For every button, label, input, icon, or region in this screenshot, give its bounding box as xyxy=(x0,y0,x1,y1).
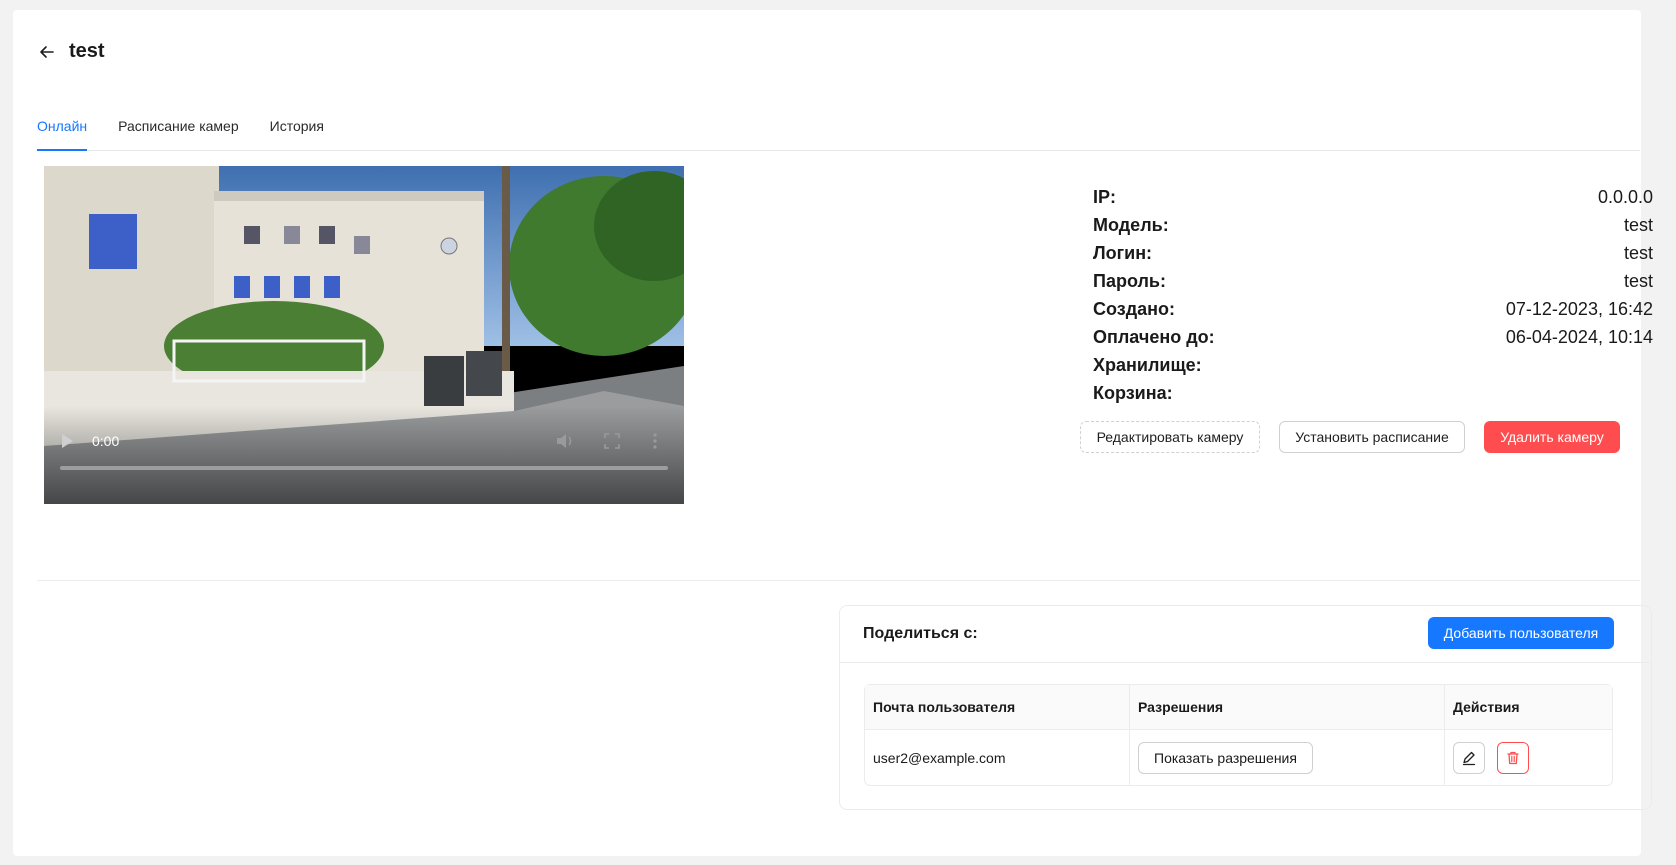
info-row-model: Модель: test xyxy=(1093,215,1653,243)
info-row-paid-until: Оплачено до: 06-04-2024, 10:14 xyxy=(1093,327,1653,355)
back-button[interactable] xyxy=(37,42,57,62)
tab-camera-schedule[interactable]: Расписание камер xyxy=(118,106,239,150)
info-row-login: Логин: test xyxy=(1093,243,1653,271)
info-label: Логин: xyxy=(1093,243,1153,263)
delete-user-button[interactable] xyxy=(1496,741,1529,774)
column-header-permissions: Разрешения xyxy=(1129,685,1444,730)
user-email-cell: user2@example.com xyxy=(873,749,1006,766)
player-controls: 0:00 xyxy=(44,421,684,471)
page-title: test xyxy=(69,40,105,62)
tab-online[interactable]: Онлайн xyxy=(37,106,88,151)
info-value: test xyxy=(1623,215,1653,235)
more-options-icon[interactable] xyxy=(652,433,658,449)
section-divider xyxy=(37,580,1640,581)
permissions-cell: Показать разрешения xyxy=(1129,730,1444,785)
column-header-actions: Действия xyxy=(1444,685,1612,730)
info-row-ip: IP: 0.0.0.0 xyxy=(1093,187,1653,215)
info-row-trash: Корзина: xyxy=(1093,383,1653,411)
info-label: IP: xyxy=(1093,187,1117,207)
player-time: 0:00 xyxy=(92,433,120,449)
info-label: Модель: xyxy=(1093,215,1169,235)
info-value: 07-12-2023, 16:42 xyxy=(1505,299,1653,319)
info-row-password: Пароль: test xyxy=(1093,271,1653,299)
page-header: test xyxy=(37,40,105,63)
share-table: Почта пользователя Разрешения Действия u… xyxy=(864,684,1613,786)
info-row-created: Создано: 07-12-2023, 16:42 xyxy=(1093,299,1653,327)
arrow-left-icon xyxy=(40,45,54,58)
set-schedule-button[interactable]: Установить расписание xyxy=(1279,421,1465,453)
play-icon[interactable] xyxy=(60,433,74,449)
share-title: Поделиться с: xyxy=(863,625,978,642)
delete-camera-button[interactable]: Удалить камеру xyxy=(1484,421,1620,453)
video-progress-bar[interactable] xyxy=(60,466,668,470)
tab-bar: Онлайн Расписание камер История xyxy=(37,106,1640,151)
info-label: Оплачено до: xyxy=(1093,327,1215,347)
info-value: test xyxy=(1623,271,1653,291)
edit-user-button[interactable] xyxy=(1453,741,1485,774)
add-user-button[interactable]: Добавить пользователя xyxy=(1428,617,1614,649)
camera-info: IP: 0.0.0.0 Модель: test Логин: test Пароль… xyxy=(1093,187,1653,411)
table-row: user2@example.com Показать разрешения xyxy=(865,730,1612,785)
trash-icon xyxy=(1507,751,1519,764)
pencil-icon xyxy=(1462,751,1476,765)
table-header-row: Почта пользователя Разрешения Действия xyxy=(865,685,1612,730)
info-value: 06-04-2024, 10:14 xyxy=(1505,327,1653,347)
share-panel: Поделиться с: Добавить пользователя Почт… xyxy=(839,605,1652,810)
actions-cell xyxy=(1444,730,1612,785)
info-label: Создано: xyxy=(1093,299,1176,319)
volume-icon[interactable] xyxy=(556,433,574,449)
info-label: Пароль: xyxy=(1093,271,1166,291)
column-header-email: Почта пользователя xyxy=(865,685,1129,730)
tab-history[interactable]: История xyxy=(270,106,324,150)
edit-camera-button[interactable]: Редактировать камеру xyxy=(1080,421,1260,453)
info-row-storage: Хранилище: xyxy=(1093,355,1653,383)
info-value: test xyxy=(1623,243,1653,263)
info-label: Хранилище: xyxy=(1093,355,1202,375)
camera-video-player[interactable]: 0:00 xyxy=(44,166,684,504)
show-permissions-button[interactable]: Показать разрешения xyxy=(1138,741,1313,774)
info-value: 0.0.0.0 xyxy=(1597,187,1653,207)
fullscreen-icon[interactable] xyxy=(604,433,620,449)
share-header: Поделиться с: Добавить пользователя xyxy=(840,606,1651,663)
info-label: Корзина: xyxy=(1093,383,1173,403)
